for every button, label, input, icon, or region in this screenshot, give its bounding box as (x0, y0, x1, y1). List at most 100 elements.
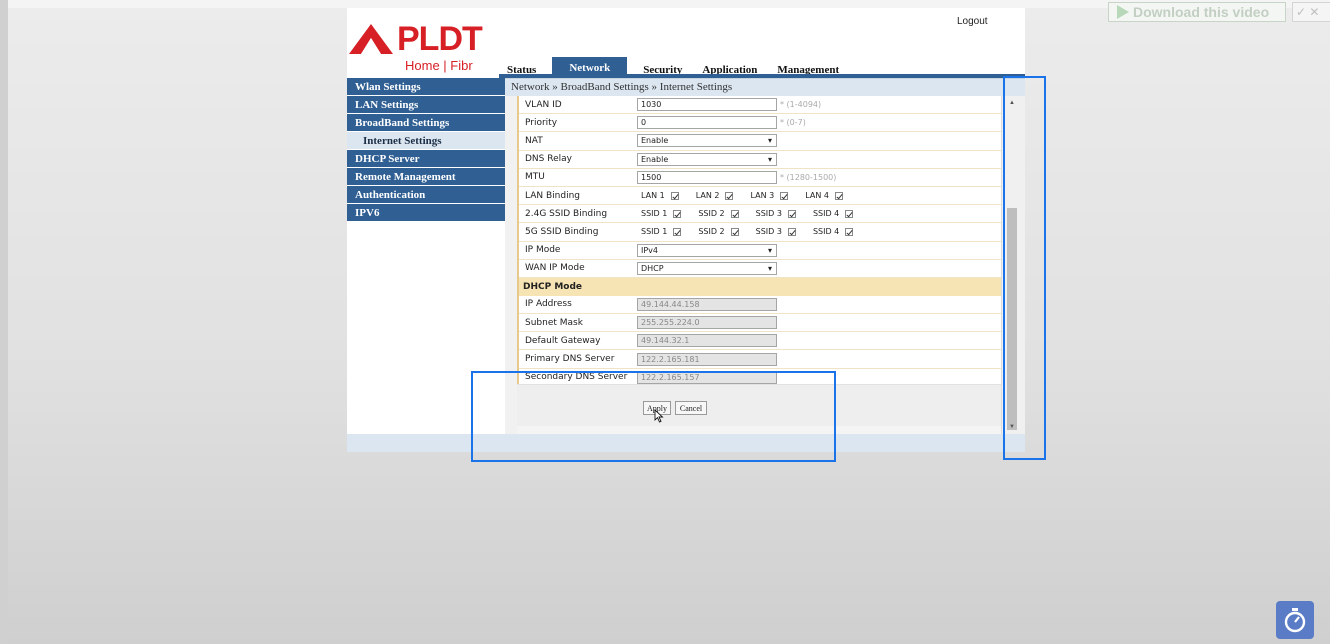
ip-address-field: 49.144.44.158 (637, 297, 777, 311)
ssid5-2-checkbox[interactable] (730, 227, 739, 236)
default-gateway-field: 49.144.32.1 (637, 334, 777, 348)
lan-2-checkbox[interactable] (725, 191, 734, 200)
subnet-mask-label: Subnet Mask (525, 317, 583, 328)
form-row-subnet-mask: Subnet Mask 255.255.224.0 (519, 314, 1001, 333)
overlay-mini-buttons[interactable]: ✓ ✕ (1292, 2, 1330, 22)
nat-label: NAT (525, 135, 543, 146)
ssid24-2-checkbox[interactable] (730, 209, 739, 218)
ssid24-3-checkbox[interactable] (787, 209, 796, 218)
download-video-label: Download this video (1133, 4, 1270, 20)
dns-relay-select-value: Enable (641, 154, 669, 164)
pldt-tagline: Home | Fibr (405, 58, 473, 73)
mtu-input[interactable]: 1500 (637, 170, 777, 184)
nat-select[interactable]: Enable ▾ (637, 134, 777, 148)
form-row-lan-binding: LAN Binding LAN 1 LAN 2 LAN 3 LAN 4 (519, 187, 1001, 206)
ssid5-1-label: SSID 1 (641, 227, 668, 237)
lan-4-label: LAN 4 (805, 191, 829, 201)
ssid5-3-label: SSID 3 (755, 227, 782, 237)
screen-left-edge (0, 0, 8, 644)
ssid24-4-label: SSID 4 (812, 209, 840, 219)
ip-mode-select-value: IPv4 (641, 245, 659, 255)
ssid5-4-label: SSID 4 (812, 227, 840, 237)
download-video-button[interactable]: Download this video (1108, 2, 1286, 22)
lan-binding-label: LAN Binding (525, 190, 580, 201)
form-row-priority: Priority 0 * (0-7) (519, 114, 1001, 133)
lan-1-checkbox[interactable] (670, 191, 679, 200)
ssid24-3-label: SSID 3 (755, 209, 782, 219)
pldt-logo-mark-icon (349, 24, 393, 54)
chevron-down-icon: ▾ (767, 263, 772, 273)
dns-relay-select[interactable]: Enable ▾ (637, 152, 777, 166)
ssid5-2-label: SSID 2 (698, 227, 725, 237)
internet-settings-form: VLAN ID 1030 * (1-4094) Priority 0 * (0-… (517, 96, 1001, 387)
sidebar-item-dhcp-server[interactable]: DHCP Server (347, 150, 505, 168)
subnet-mask-field: 255.255.224.0 (637, 316, 777, 330)
ssid5-4-checkbox[interactable] (845, 227, 854, 236)
mtu-label: MTU (525, 172, 545, 183)
wan-ip-mode-select[interactable]: DHCP ▾ (637, 261, 777, 275)
breadcrumb: Network » BroadBand Settings » Internet … (505, 78, 1025, 96)
sidebar-item-remote-management[interactable]: Remote Management (347, 168, 505, 186)
form-row-vlan-id: VLAN ID 1030 * (1-4094) (519, 96, 1001, 115)
priority-input[interactable]: 0 (637, 116, 777, 130)
nat-select-value: Enable (641, 136, 669, 146)
overlay-mini-label: ✓ ✕ (1296, 5, 1320, 19)
wan-ip-mode-label: WAN IP Mode (525, 263, 585, 274)
chevron-down-icon: ▾ (767, 154, 772, 164)
ssid5-binding-label: 5G SSID Binding (525, 226, 599, 237)
ssid5-3-checkbox[interactable] (787, 227, 796, 236)
ssid24-4-checkbox[interactable] (845, 209, 854, 218)
primary-dns-label: Primary DNS Server (525, 354, 615, 365)
scrollbar-highlight-box (1003, 76, 1046, 460)
form-row-dns-relay: DNS Relay Enable ▾ (519, 151, 1001, 169)
form-row-mtu: MTU 1500 * (1280-1500) (519, 169, 1001, 187)
lan-2-label: LAN 2 (695, 191, 720, 201)
chevron-down-icon: ▾ (767, 245, 772, 255)
form-row-primary-dns: Primary DNS Server 122.2.165.181 (519, 350, 1001, 369)
form-row-wan-ip-mode: WAN IP Mode DHCP ▾ (519, 260, 1001, 278)
ip-address-label: IP Address (525, 299, 572, 310)
lan-3-label: LAN 3 (750, 191, 775, 201)
sidebar-item-wlan-settings[interactable]: Wlan Settings (347, 78, 505, 96)
lan-4-checkbox[interactable] (834, 191, 843, 200)
wan-ip-mode-select-value: DHCP (641, 263, 664, 273)
ip-mode-label: IP Mode (525, 245, 561, 256)
form-row-default-gateway: Default Gateway 49.144.32.1 (519, 332, 1001, 351)
sidebar-item-broadband-settings[interactable]: BroadBand Settings (347, 114, 505, 132)
chevron-down-icon: ▾ (767, 136, 772, 146)
sidebar-item-ipv6[interactable]: IPV6 (347, 204, 505, 222)
dns-relay-label: DNS Relay (525, 154, 572, 165)
form-row-5g-ssid-binding: 5G SSID Binding SSID 1 SSID 2 SSID 3 SSI… (519, 223, 1001, 242)
form-row-nat: NAT Enable ▾ (519, 132, 1001, 151)
pldt-wordmark: PLDT (397, 20, 483, 58)
vlan-id-input[interactable]: 1030 (637, 98, 777, 112)
apply-highlight-box (471, 371, 836, 462)
lan-3-checkbox[interactable] (780, 191, 789, 200)
ssid5-1-checkbox[interactable] (673, 227, 682, 236)
ip-mode-select[interactable]: IPv4 ▾ (637, 243, 777, 257)
primary-dns-field: 122.2.165.181 (637, 352, 777, 366)
stopwatch-icon (1284, 608, 1306, 633)
assistant-launcher-button[interactable] (1276, 601, 1314, 639)
vlan-id-hint: * (1-4094) (780, 100, 822, 110)
lan-1-label: LAN 1 (641, 191, 665, 201)
pldt-logo: PLDT Home | Fibr (347, 18, 483, 73)
ssid24-binding-label: 2.4G SSID Binding (525, 208, 608, 219)
mtu-hint: * (1280-1500) (780, 172, 837, 182)
ssid24-1-checkbox[interactable] (673, 209, 682, 218)
sidebar: Wlan Settings LAN Settings BroadBand Set… (347, 78, 505, 222)
ssid24-1-label: SSID 1 (641, 209, 668, 219)
vlan-id-label: VLAN ID (525, 99, 562, 110)
form-row-24g-ssid-binding: 2.4G SSID Binding SSID 1 SSID 2 SSID 3 S… (519, 205, 1001, 224)
priority-hint: * (0-7) (780, 118, 806, 128)
priority-label: Priority (525, 117, 558, 128)
sidebar-item-internet-settings[interactable]: Internet Settings (347, 132, 505, 150)
logout-link[interactable]: Logout (957, 16, 988, 27)
form-row-ip-address: IP Address 49.144.44.158 (519, 296, 1001, 315)
dhcp-mode-section-header: DHCP Mode (519, 277, 1001, 296)
sidebar-item-authentication[interactable]: Authentication (347, 186, 505, 204)
default-gateway-label: Default Gateway (525, 335, 601, 346)
play-icon (1117, 5, 1129, 19)
ssid24-2-label: SSID 2 (698, 209, 725, 219)
sidebar-item-lan-settings[interactable]: LAN Settings (347, 96, 505, 114)
